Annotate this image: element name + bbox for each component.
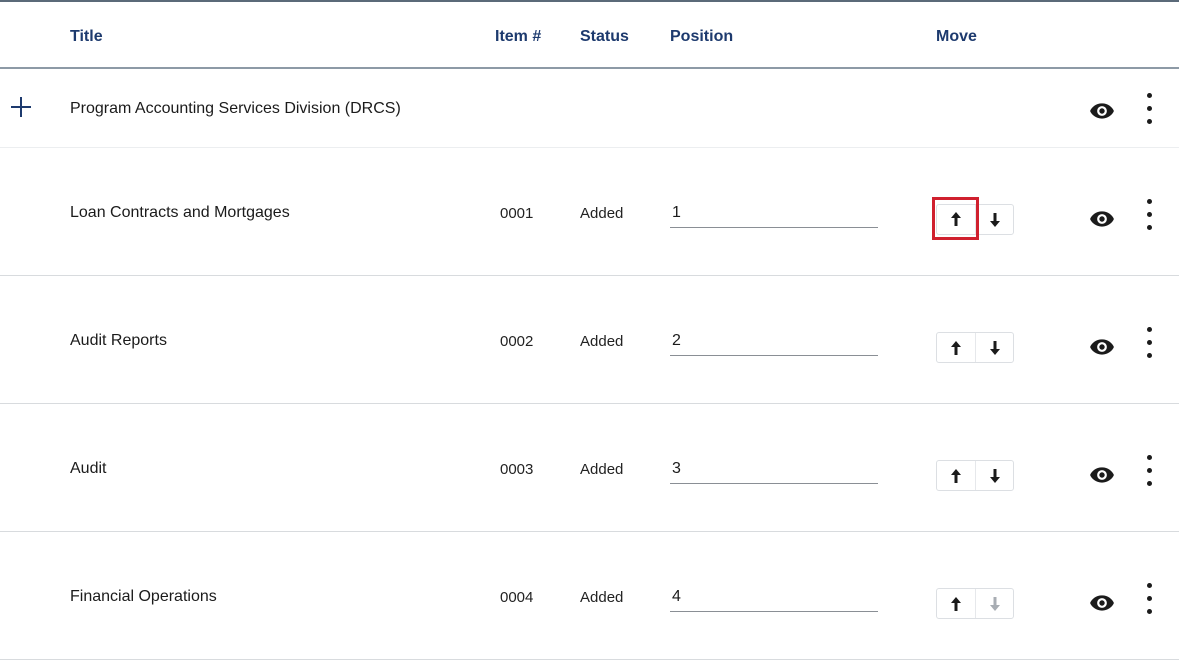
row-item-number: 0002: [500, 333, 534, 350]
arrow-up-icon: [951, 340, 961, 355]
header-title: Title: [70, 28, 103, 45]
row-title: Audit Reports: [70, 332, 167, 349]
position-input[interactable]: [670, 454, 878, 484]
header-item-number: Item #: [495, 28, 542, 45]
kebab-menu-icon[interactable]: [1138, 579, 1162, 619]
plus-icon[interactable]: [10, 96, 32, 118]
move-button-group: [932, 197, 1014, 240]
eye-icon[interactable]: [1089, 206, 1115, 232]
position-input[interactable]: [670, 198, 878, 228]
move-down-button[interactable]: [975, 461, 1013, 490]
move-button-group: [936, 460, 1014, 491]
move-up-button[interactable]: [937, 333, 975, 362]
arrow-down-icon: [989, 596, 1000, 611]
move-button-group: [936, 332, 1014, 363]
position-input[interactable]: [670, 326, 878, 356]
table-row: Loan Contracts and Mortgages 0001 Added: [0, 148, 1179, 276]
row-title: Financial Operations: [70, 588, 217, 605]
row-status: Added: [580, 461, 624, 478]
row-title: Loan Contracts and Mortgages: [70, 204, 290, 221]
move-down-button[interactable]: [975, 333, 1013, 362]
table-row: Audit 0003 Added: [0, 404, 1179, 532]
eye-icon[interactable]: [1089, 98, 1115, 124]
kebab-menu-icon[interactable]: [1138, 89, 1162, 129]
move-down-button[interactable]: [975, 589, 1013, 618]
row-status: Added: [580, 589, 624, 606]
move-up-button[interactable]: [937, 461, 975, 490]
kebab-menu-icon[interactable]: [1138, 323, 1162, 363]
row-status: Added: [580, 333, 624, 350]
eye-icon[interactable]: [1089, 334, 1115, 360]
move-button-group: [936, 588, 1014, 619]
move-up-button[interactable]: [937, 589, 975, 618]
row-item-number: 0004: [500, 589, 534, 606]
row-status: Added: [580, 205, 624, 222]
header-move: Move: [936, 28, 977, 45]
arrow-down-icon: [989, 212, 1000, 227]
kebab-menu-icon[interactable]: [1138, 451, 1162, 491]
arrow-up-icon: [950, 211, 961, 226]
table-row: Audit Reports 0002 Added: [0, 276, 1179, 404]
arrow-up-icon: [951, 468, 961, 483]
row-item-number: 0003: [500, 461, 534, 478]
eye-icon[interactable]: [1089, 590, 1115, 616]
arrow-down-icon: [989, 340, 1000, 355]
arrow-up-icon: [951, 596, 961, 611]
row-title: Audit: [70, 460, 107, 477]
group-title: Program Accounting Services Division (DR…: [70, 100, 401, 117]
move-up-button[interactable]: [932, 197, 979, 240]
table-row: Financial Operations 0004 Added: [0, 532, 1179, 660]
header-status: Status: [580, 28, 629, 45]
position-input[interactable]: [670, 582, 878, 612]
move-down-button[interactable]: [975, 205, 1013, 234]
header-position: Position: [670, 28, 734, 45]
row-item-number: 0001: [500, 205, 534, 222]
eye-icon[interactable]: [1089, 462, 1115, 488]
table-header: Title Item # Status Position Move: [0, 2, 1179, 69]
arrow-down-icon: [989, 468, 1000, 483]
group-row: Program Accounting Services Division (DR…: [0, 70, 1179, 148]
kebab-menu-icon[interactable]: [1138, 195, 1162, 235]
